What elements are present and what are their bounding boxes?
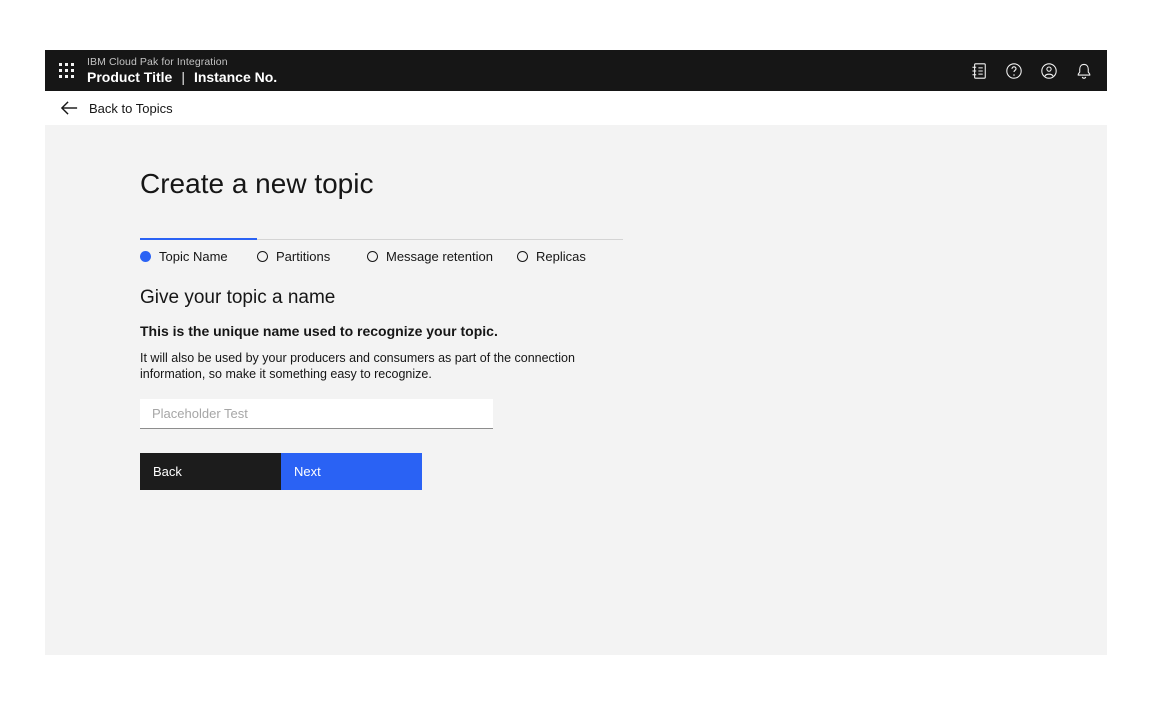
help-icon[interactable] — [1003, 60, 1024, 81]
progress-track — [257, 239, 623, 240]
header-actions — [968, 60, 1107, 81]
step-incomplete-icon — [257, 251, 268, 262]
title-separator: | — [181, 70, 185, 84]
back-link-label: Back to Topics — [89, 101, 173, 116]
progress-step-topic-name[interactable]: Topic Name — [140, 249, 257, 264]
step-current-icon — [140, 251, 151, 262]
step-incomplete-icon — [367, 251, 378, 262]
step-incomplete-icon — [517, 251, 528, 262]
back-arrow-icon — [60, 100, 79, 116]
header-eyebrow: IBM Cloud Pak for Integration — [87, 57, 277, 68]
step-label: Replicas — [536, 249, 586, 264]
create-topic-card: Create a new topic Topic Name Partitions — [45, 125, 1107, 655]
step-label: Topic Name — [159, 249, 228, 264]
progress-step-replicas[interactable]: Replicas — [517, 249, 623, 264]
page-title: Create a new topic — [140, 125, 1067, 203]
page: IBM Cloud Pak for Integration Product Ti… — [0, 0, 1152, 704]
back-to-topics-link[interactable]: Back to Topics — [45, 100, 173, 116]
app-switcher-icon[interactable] — [59, 63, 74, 78]
next-button[interactable]: Next — [281, 453, 422, 490]
progress-step-message-retention[interactable]: Message retention — [367, 249, 517, 264]
sub-header: Back to Topics — [45, 91, 1107, 125]
app-frame: IBM Cloud Pak for Integration Product Ti… — [45, 50, 1107, 655]
back-button[interactable]: Back — [140, 453, 281, 490]
user-avatar-icon[interactable] — [1038, 60, 1059, 81]
step-label: Message retention — [386, 249, 493, 264]
header-title-block: IBM Cloud Pak for Integration Product Ti… — [87, 57, 277, 85]
step-label: Partitions — [276, 249, 330, 264]
step-heading: Give your topic a name — [140, 287, 1067, 309]
topic-name-input[interactable] — [140, 399, 493, 429]
progress-step-partitions[interactable]: Partitions — [257, 249, 367, 264]
top-header: IBM Cloud Pak for Integration Product Ti… — [45, 50, 1107, 91]
step-subheading: This is the unique name used to recogniz… — [140, 323, 1067, 339]
wizard-footer: Back Next — [140, 453, 1067, 490]
catalog-icon[interactable] — [968, 60, 989, 81]
notifications-icon[interactable] — [1073, 60, 1094, 81]
progress-current-bar — [140, 238, 257, 240]
instance-number: Instance No. — [194, 70, 277, 84]
step-description: It will also be used by your producers a… — [140, 351, 1067, 382]
product-title: Product Title — [87, 70, 172, 84]
progress-indicator: Topic Name Partitions Message retention … — [140, 238, 623, 264]
